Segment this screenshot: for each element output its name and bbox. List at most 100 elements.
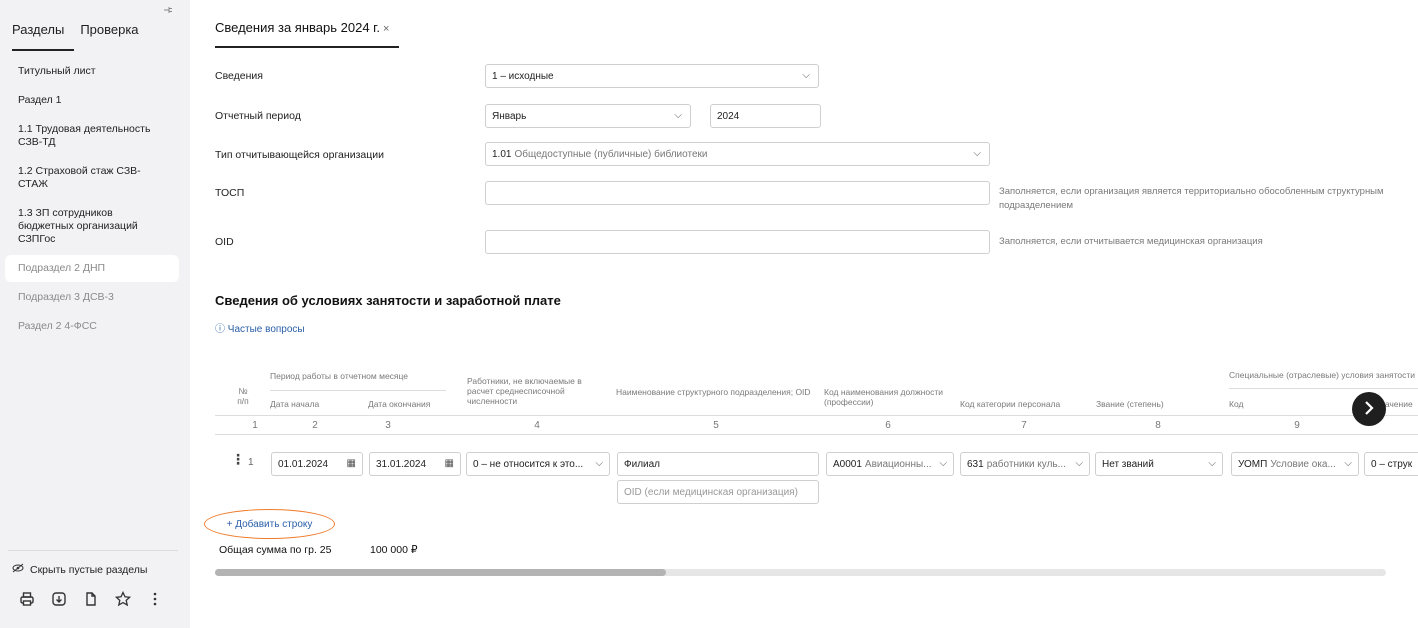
sidebar: Разделы Проверка Титульный лист Раздел 1… xyxy=(0,0,190,628)
th-date-start: Дата начала xyxy=(270,399,320,409)
org-type-select[interactable]: 1.01 Общедоступные (публичные) библиотеки… xyxy=(485,142,990,166)
calendar-icon[interactable]: ▦ xyxy=(445,458,454,469)
close-icon[interactable]: × xyxy=(383,23,389,35)
horizontal-scrollbar[interactable] xyxy=(215,569,1386,576)
rank-select[interactable]: Нет званий ⌵ xyxy=(1095,452,1223,476)
header-divider xyxy=(215,415,1418,416)
sidebar-divider xyxy=(8,550,178,551)
th-period-group: Период работы в отчетном месяце xyxy=(270,371,409,381)
excluded-value: 0 – не относится к это... xyxy=(473,458,584,470)
star-icon[interactable] xyxy=(114,590,132,608)
colnum-8: 8 xyxy=(1155,420,1161,431)
position-code-select[interactable]: A0001 Авиационны... ⌵ xyxy=(826,452,954,476)
tab-sections[interactable]: Разделы xyxy=(12,22,75,51)
chevron-down-icon: ⌵ xyxy=(1208,458,1216,469)
more-icon[interactable] xyxy=(146,590,164,608)
sidebar-item-szpgos[interactable]: 1.3 ЗП сотрудников бюджетных организаций… xyxy=(5,200,179,253)
pin-icon[interactable] xyxy=(162,4,174,19)
printer-icon[interactable] xyxy=(18,590,36,608)
sidebar-item-title-page[interactable]: Титульный лист xyxy=(5,58,179,85)
colnum-4: 4 xyxy=(534,420,540,431)
sidebar-item-szv-stazh[interactable]: 1.2 Страховой стаж СЗВ-СТАЖ xyxy=(5,158,179,198)
oid-row-input[interactable]: OID (если медицинская организация) xyxy=(617,480,819,504)
org-type-label: Тип отчитывающейся организации xyxy=(215,149,384,161)
colnum-9: 9 xyxy=(1294,420,1300,431)
th-special-divider xyxy=(1229,388,1418,389)
chevron-down-icon: ⌵ xyxy=(1075,458,1083,469)
period-month-value: Январь xyxy=(492,110,527,122)
position-name-value: Авиационны... xyxy=(864,458,932,470)
hide-empty-sections-toggle[interactable]: Скрыть пустые разделы xyxy=(12,563,147,576)
calendar-icon[interactable]: ▦ xyxy=(347,458,356,469)
add-row-button[interactable]: + Добавить строку xyxy=(204,509,335,539)
main-content: Сведения за январь 2024 г. × Сведения 1 –… xyxy=(190,0,1418,628)
row-drag-handle[interactable]: ⋮ xyxy=(231,451,245,468)
sidebar-tabs: Разделы Проверка xyxy=(12,22,139,51)
staff-code-value: 631 xyxy=(967,458,984,470)
date-end-input[interactable]: 31.01.2024 ▦ xyxy=(369,452,461,476)
colnum-6: 6 xyxy=(885,420,891,431)
sidebar-item-dsv3[interactable]: Подраздел 3 ДСВ-3 xyxy=(5,284,179,311)
period-year-value: 2024 xyxy=(717,110,740,122)
chevron-down-icon: ⌵ xyxy=(939,458,947,469)
section-title: Сведения об условиях занятости и заработ… xyxy=(215,293,561,308)
subdivision-input[interactable]: Филиал xyxy=(617,452,819,476)
period-month-select[interactable]: Январь ⌵ xyxy=(485,104,691,128)
special-value-select[interactable]: 0 – струк xyxy=(1364,452,1418,476)
staff-name-value: работники куль... xyxy=(986,458,1066,470)
special-code-select[interactable]: УОМП Условие ока... ⌵ xyxy=(1231,452,1359,476)
special-code-value: УОМП xyxy=(1238,458,1268,470)
th-special-group: Специальные (отраслевые) условия занятос… xyxy=(1229,370,1416,380)
document-tab-label: Сведения за январь 2024 г. xyxy=(215,20,380,35)
th-subdivision: Наименование структурного подразделения;… xyxy=(616,387,811,397)
th-excluded: Работники, не включаемые в расчет средне… xyxy=(467,376,582,406)
sidebar-item-dnp[interactable]: Подраздел 2 ДНП xyxy=(5,255,179,282)
eye-off-icon xyxy=(12,563,24,576)
colnum-1: 1 xyxy=(252,420,258,431)
colnum-3: 3 xyxy=(385,420,391,431)
copy-icon[interactable] xyxy=(82,590,100,608)
faq-link[interactable]: ⓘ Частые вопросы xyxy=(215,320,305,335)
sidebar-item-4fss[interactable]: Раздел 2 4-ФСС xyxy=(5,313,179,340)
oid-input[interactable] xyxy=(485,230,990,254)
scrollbar-thumb[interactable] xyxy=(215,569,666,576)
chevron-down-icon: ⌵ xyxy=(973,148,981,159)
tosp-hint: Заполняется, если организация является т… xyxy=(999,186,1384,211)
document-tab[interactable]: Сведения за январь 2024 г. × xyxy=(215,20,399,48)
th-special-code: Код xyxy=(1229,399,1244,409)
subdivision-value: Филиал xyxy=(624,458,661,470)
chevron-down-icon: ⌵ xyxy=(674,110,682,121)
th-num: № п/п xyxy=(237,386,249,406)
staff-category-select[interactable]: 631 работники куль... ⌵ xyxy=(960,452,1090,476)
tosp-label: ТОСП xyxy=(215,187,245,199)
scroll-right-button[interactable] xyxy=(1352,392,1386,426)
th-position-code: Код наименования должности (профессии) xyxy=(824,387,943,407)
sidebar-item-szv-td[interactable]: 1.1 Трудовая деятельность СЗВ-ТД xyxy=(5,116,179,156)
tab-check[interactable]: Проверка xyxy=(80,22,138,51)
oid-label: OID xyxy=(215,236,234,248)
tosp-input[interactable] xyxy=(485,181,990,205)
special-name-value: Условие ока... xyxy=(1270,458,1336,470)
svedeniya-select[interactable]: 1 – исходные ⌵ xyxy=(485,64,819,88)
chevron-down-icon: ⌵ xyxy=(595,458,603,469)
hide-empty-label: Скрыть пустые разделы xyxy=(30,563,148,576)
date-start-value: 01.01.2024 xyxy=(278,458,329,470)
oid-row-placeholder: OID (если медицинская организация) xyxy=(624,486,798,498)
colnum-divider xyxy=(215,434,1418,435)
th-period-divider xyxy=(270,390,446,391)
download-icon[interactable] xyxy=(50,590,68,608)
th-date-end: Дата окончания xyxy=(368,399,431,409)
th-rank: Звание (степень) xyxy=(1096,399,1164,409)
row-num: 1 xyxy=(248,457,254,468)
chevron-down-icon: ⌵ xyxy=(802,70,810,81)
excluded-select[interactable]: 0 – не относится к это... ⌵ xyxy=(466,452,610,476)
date-start-input[interactable]: 01.01.2024 ▦ xyxy=(271,452,363,476)
sidebar-item-section-1[interactable]: Раздел 1 xyxy=(5,87,179,114)
special-value-value: 0 – струк xyxy=(1371,458,1413,470)
chevron-down-icon: ⌵ xyxy=(1344,458,1352,469)
th-staff-category: Код категории персонала xyxy=(960,399,1061,409)
period-year-input[interactable]: 2024 xyxy=(710,104,821,128)
date-end-value: 31.01.2024 xyxy=(376,458,427,470)
faq-label: Частые вопросы xyxy=(227,324,305,335)
sidebar-toolbar xyxy=(18,590,164,608)
